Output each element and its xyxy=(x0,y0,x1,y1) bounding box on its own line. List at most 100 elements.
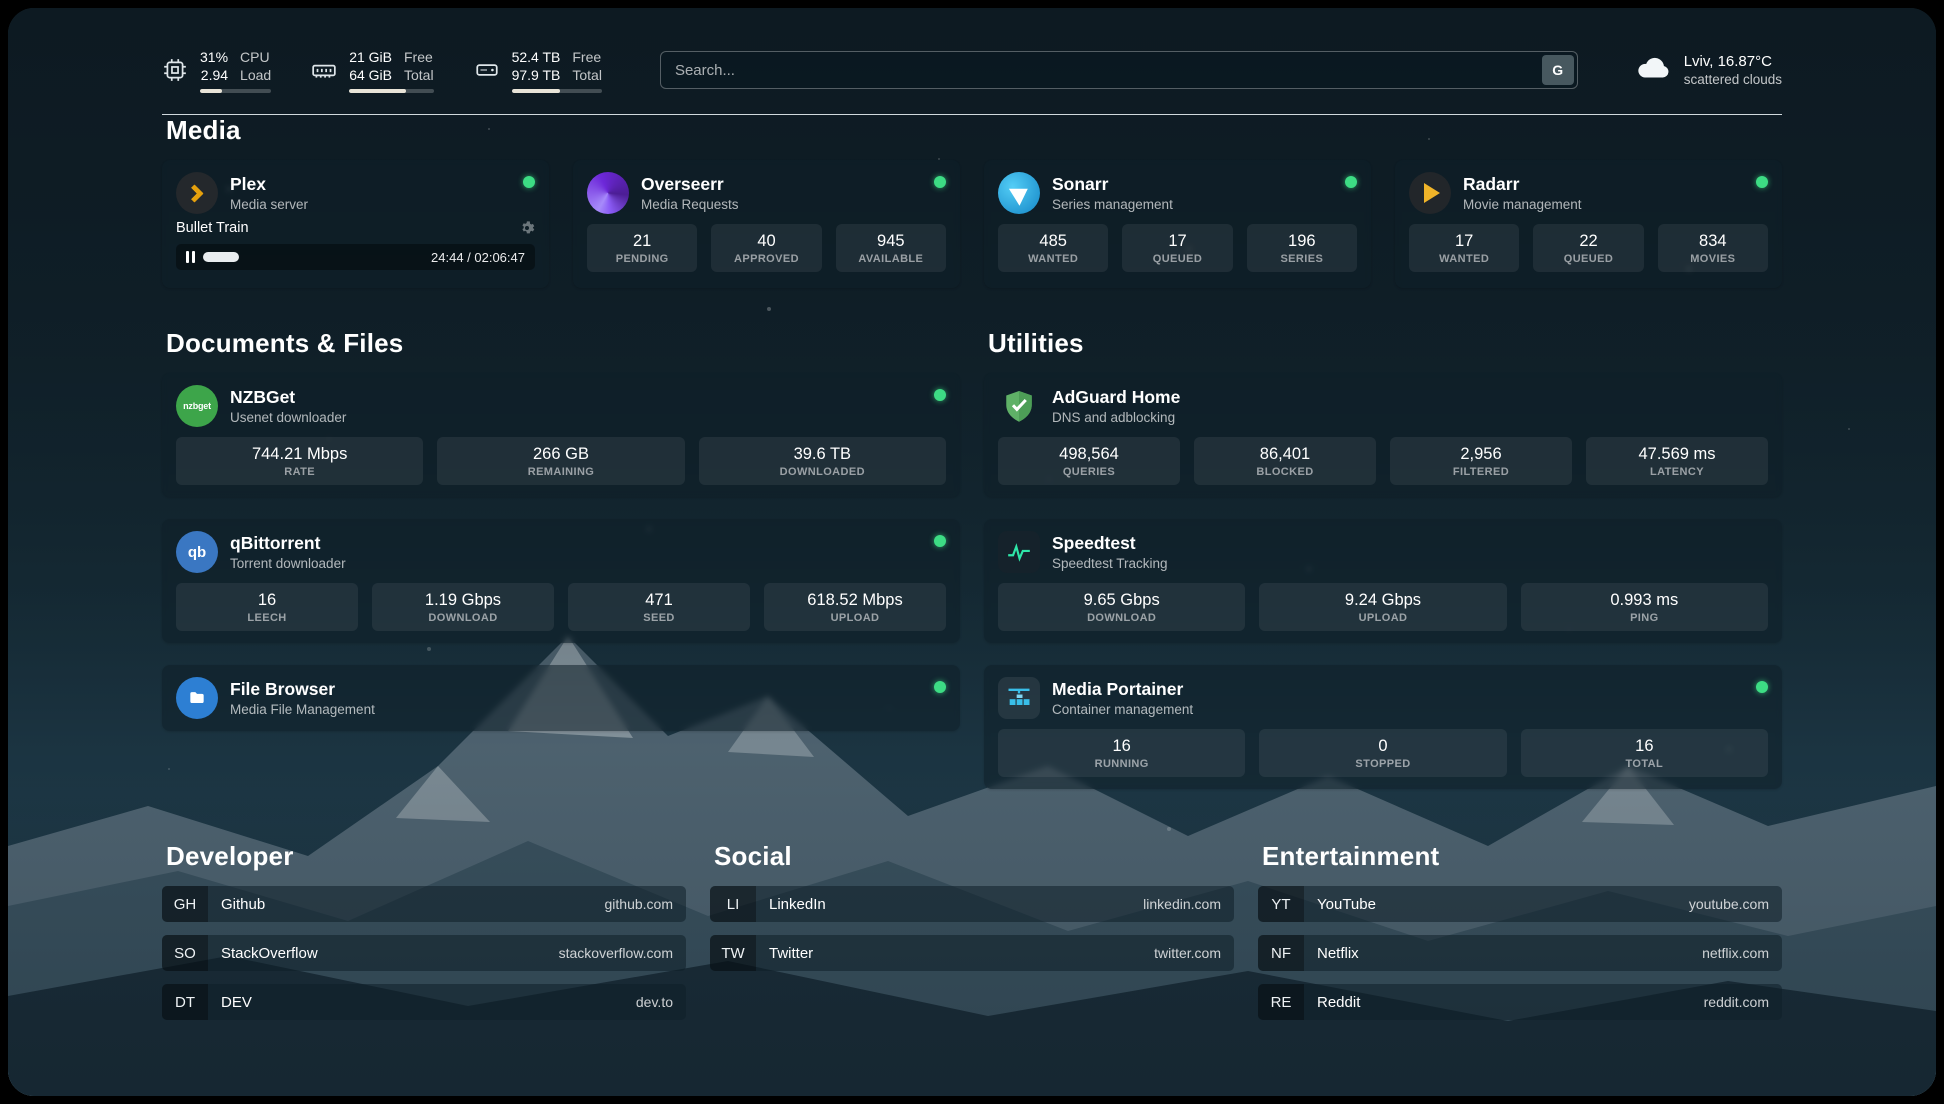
search-bar: G xyxy=(660,51,1578,89)
section-title-developer: Developer xyxy=(166,841,686,872)
app-desc: Speedtest Tracking xyxy=(1052,556,1768,571)
bookmark-url: github.com xyxy=(605,896,673,912)
status-indicator xyxy=(523,176,535,188)
playback-progress xyxy=(203,252,239,262)
filebrowser-icon xyxy=(176,677,218,719)
status-indicator xyxy=(934,176,946,188)
bookmark-url: twitter.com xyxy=(1154,945,1221,961)
bookmark-abbr: LI xyxy=(710,886,756,922)
bookmark-twitter[interactable]: TW Twitter twitter.com xyxy=(710,935,1234,971)
search-engine-button[interactable]: G xyxy=(1542,55,1574,85)
disk-monitor: 52.4 TB 97.9 TB Free Total xyxy=(474,48,602,93)
portainer-card[interactable]: Media Portainer Container management 16R… xyxy=(984,665,1782,789)
portainer-icon xyxy=(998,677,1040,719)
plex-card[interactable]: Plex Media server Bullet Train xyxy=(162,160,549,288)
stat-wanted: 485WANTED xyxy=(998,224,1108,272)
bookmark-url: reddit.com xyxy=(1704,994,1769,1010)
ram-free-label: Free xyxy=(404,48,434,66)
disk-total-label: Total xyxy=(572,66,602,84)
utilities-column: Utilities AdGuard Home DNS and xyxy=(984,328,1782,811)
gear-icon[interactable] xyxy=(519,220,535,236)
qbittorrent-icon: qb xyxy=(176,531,218,573)
bookmark-abbr: TW xyxy=(710,935,756,971)
app-desc: Media Requests xyxy=(641,197,922,212)
adguard-card[interactable]: AdGuard Home DNS and adblocking 498,564Q… xyxy=(984,373,1782,497)
pause-icon[interactable] xyxy=(186,251,195,263)
cpu-usage-bar xyxy=(200,89,271,93)
playback-time: 24:44 / 02:06:47 xyxy=(431,250,525,265)
stat-remaining: 266 GBREMAINING xyxy=(437,437,684,485)
app-name: Media Portainer xyxy=(1052,679,1744,700)
stat-pending: 21PENDING xyxy=(587,224,697,272)
stat-total: 16TOTAL xyxy=(1521,729,1768,777)
documents-column: Documents & Files nzbget NZBGet Usenet d… xyxy=(162,328,960,753)
app-name: NZBGet xyxy=(230,387,922,408)
overseerr-icon xyxy=(587,172,629,214)
qbittorrent-card[interactable]: qb qBittorrent Torrent downloader 16LEEC… xyxy=(162,519,960,643)
stat-upload: 618.52 MbpsUPLOAD xyxy=(764,583,946,631)
app-name: Sonarr xyxy=(1052,174,1333,195)
status-indicator xyxy=(1756,176,1768,188)
bookmark-abbr: RE xyxy=(1258,984,1304,1020)
weather-location: Lviv, 16.87°C xyxy=(1684,53,1782,70)
bookmark-stackoverflow[interactable]: SO StackOverflow stackoverflow.com xyxy=(162,935,686,971)
stat-available: 945AVAILABLE xyxy=(836,224,946,272)
filebrowser-card[interactable]: File Browser Media File Management xyxy=(162,665,960,731)
app-desc: Media server xyxy=(230,197,511,212)
disk-free-label: Free xyxy=(572,48,602,66)
disk-free-value: 52.4 TB xyxy=(512,48,561,66)
sonarr-card[interactable]: Sonarr Series management 485WANTED 17QUE… xyxy=(984,160,1371,288)
bookmark-youtube[interactable]: YT YouTube youtube.com xyxy=(1258,886,1782,922)
stat-rate: 744.21 MbpsRATE xyxy=(176,437,423,485)
section-title-entertainment: Entertainment xyxy=(1262,841,1782,872)
bookmark-name: DEV xyxy=(221,994,252,1011)
weather-condition: scattered clouds xyxy=(1684,72,1782,87)
top-bar: 31% 2.94 CPU Load xyxy=(162,42,1782,98)
app-name: AdGuard Home xyxy=(1052,387,1768,408)
stat-seed: 471SEED xyxy=(568,583,750,631)
bookmark-url: netflix.com xyxy=(1702,945,1769,961)
dashboard-window: 31% 2.94 CPU Load xyxy=(8,8,1936,1096)
stat-queries: 498,564QUERIES xyxy=(998,437,1180,485)
section-title-social: Social xyxy=(714,841,1234,872)
radarr-card[interactable]: Radarr Movie management 17WANTED 22QUEUE… xyxy=(1395,160,1782,288)
stat-running: 16RUNNING xyxy=(998,729,1245,777)
nzbget-card[interactable]: nzbget NZBGet Usenet downloader 744.21 M… xyxy=(162,373,960,497)
section-title-utilities: Utilities xyxy=(988,328,1782,359)
bookmark-dev[interactable]: DT DEV dev.to xyxy=(162,984,686,1020)
bookmark-name: Github xyxy=(221,896,265,913)
bookmark-name: Netflix xyxy=(1317,945,1359,962)
bookmark-abbr: DT xyxy=(162,984,208,1020)
stat-queued: 22QUEUED xyxy=(1533,224,1643,272)
plex-icon xyxy=(176,172,218,214)
bookmark-netflix[interactable]: NF Netflix netflix.com xyxy=(1258,935,1782,971)
app-desc: Movie management xyxy=(1463,197,1744,212)
cpu-label: CPU xyxy=(240,48,271,66)
cpu-load-label: Load xyxy=(240,66,271,84)
bookmark-url: linkedin.com xyxy=(1143,896,1221,912)
bookmark-linkedin[interactable]: LI LinkedIn linkedin.com xyxy=(710,886,1234,922)
bookmark-github[interactable]: GH Github github.com xyxy=(162,886,686,922)
stat-latency: 47.569 msLATENCY xyxy=(1586,437,1768,485)
disk-icon xyxy=(474,57,500,83)
sonarr-icon xyxy=(998,172,1040,214)
app-name: Speedtest xyxy=(1052,533,1768,554)
stat-download: 1.19 GbpsDOWNLOAD xyxy=(372,583,554,631)
plex-player-bar[interactable]: 24:44 / 02:06:47 xyxy=(176,244,535,270)
bookmark-url: youtube.com xyxy=(1689,896,1769,912)
overseerr-card[interactable]: Overseerr Media Requests 21PENDING 40APP… xyxy=(573,160,960,288)
status-indicator xyxy=(934,389,946,401)
bookmark-reddit[interactable]: RE Reddit reddit.com xyxy=(1258,984,1782,1020)
app-desc: DNS and adblocking xyxy=(1052,410,1768,425)
search-input[interactable] xyxy=(660,51,1578,89)
stat-filtered: 2,956FILTERED xyxy=(1390,437,1572,485)
status-indicator xyxy=(934,681,946,693)
stat-wanted: 17WANTED xyxy=(1409,224,1519,272)
cpu-load-value: 2.94 xyxy=(201,66,228,84)
speedtest-card[interactable]: Speedtest Speedtest Tracking 9.65 GbpsDO… xyxy=(984,519,1782,643)
ram-monitor: 21 GiB 64 GiB Free Total xyxy=(311,48,433,93)
now-playing-title: Bullet Train xyxy=(176,220,249,236)
app-name: Plex xyxy=(230,174,511,195)
stat-approved: 40APPROVED xyxy=(711,224,821,272)
bookmark-name: Reddit xyxy=(1317,994,1360,1011)
